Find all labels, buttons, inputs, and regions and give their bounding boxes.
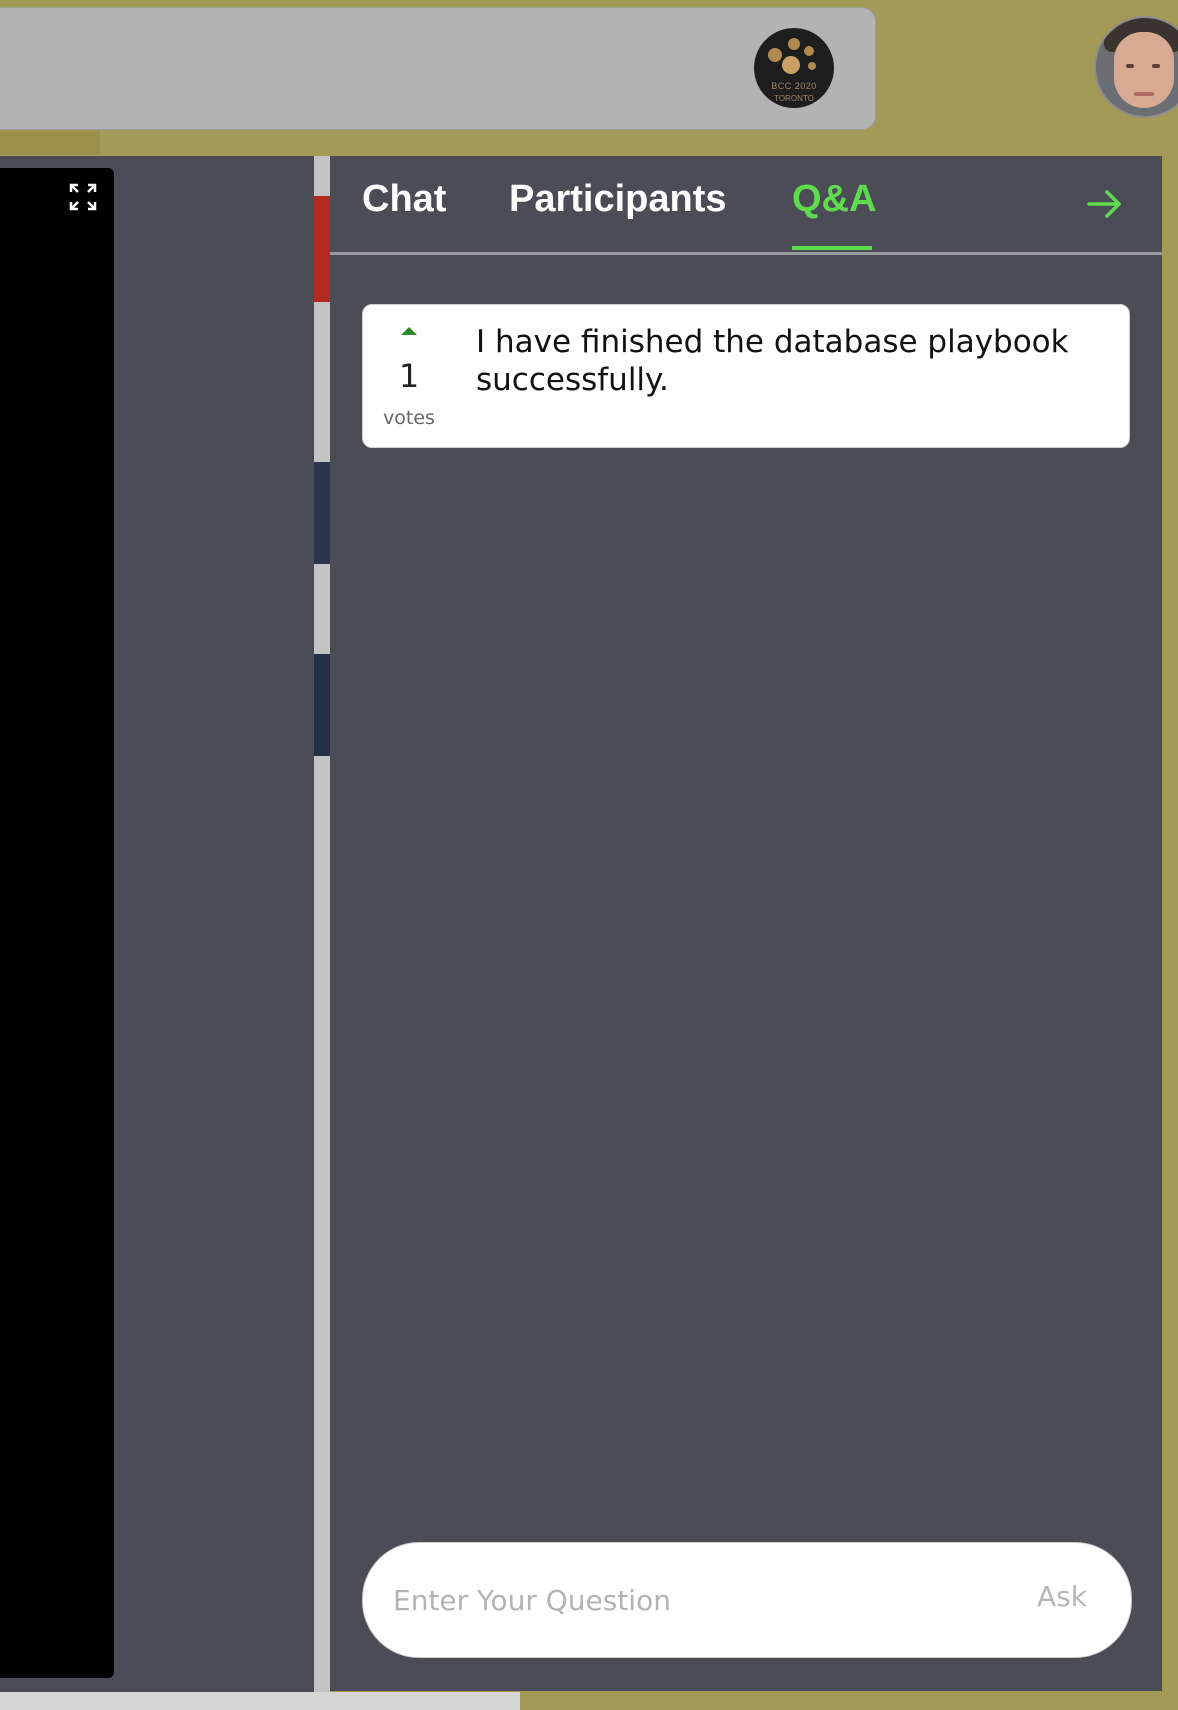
- top-bar: [0, 7, 876, 130]
- side-panel: Chat Participants Q&A 1 votes I have fin…: [330, 156, 1162, 1691]
- avatar-eye: [1126, 64, 1134, 68]
- logo-dot: [788, 38, 800, 50]
- bottom-strip: [0, 1692, 520, 1710]
- tab-qa[interactable]: Q&A: [792, 178, 876, 221]
- question-input[interactable]: [391, 1573, 985, 1627]
- slide-thumbnail[interactable]: [314, 196, 330, 302]
- question-card: 1 votes I have finished the database pla…: [362, 304, 1130, 448]
- slide-thumbnail[interactable]: [314, 654, 330, 756]
- panel-tabs: Chat Participants Q&A: [330, 156, 1162, 255]
- logo-dot: [808, 62, 816, 70]
- vote-count: 1: [398, 357, 420, 395]
- vote-label: votes: [383, 407, 435, 429]
- logo-text: BCC 2020: [771, 81, 817, 91]
- tab-participants[interactable]: Participants: [509, 178, 727, 221]
- video-player[interactable]: [0, 168, 114, 1678]
- slide-thumbnail[interactable]: [314, 462, 330, 564]
- tab-chat[interactable]: Chat: [362, 178, 446, 221]
- event-logo[interactable]: BCC 2020 TORONTO: [754, 28, 834, 108]
- avatar-face: [1114, 32, 1174, 108]
- avatar-mouth: [1134, 92, 1154, 96]
- ask-button[interactable]: Ask: [1031, 1579, 1093, 1614]
- arrow-right-icon[interactable]: [1085, 184, 1125, 224]
- upvote-icon[interactable]: [401, 327, 417, 335]
- expand-icon[interactable]: [68, 182, 98, 212]
- background-strip: [0, 131, 100, 155]
- ask-question-box: Ask: [362, 1542, 1132, 1658]
- logo-subtext: TORONTO: [774, 94, 814, 103]
- stage-area: [0, 156, 315, 1710]
- logo-dot: [768, 48, 782, 62]
- question-text: I have finished the database playbook su…: [476, 324, 1069, 398]
- user-avatar[interactable]: [1094, 16, 1178, 118]
- avatar-eye: [1152, 64, 1160, 68]
- logo-dot: [804, 46, 814, 56]
- slide-strip: [314, 156, 330, 1710]
- active-tab-indicator: [792, 246, 872, 250]
- logo-dot: [782, 56, 800, 74]
